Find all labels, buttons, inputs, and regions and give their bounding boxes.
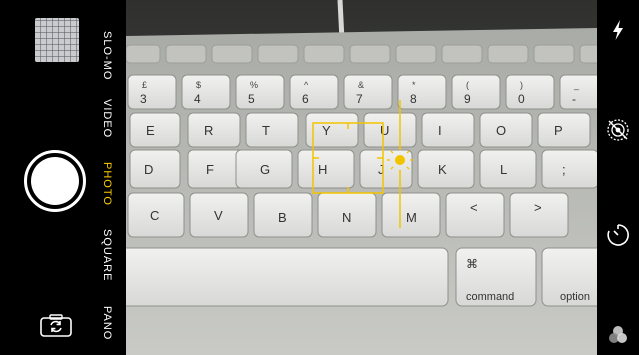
key-label: G bbox=[260, 162, 270, 177]
shutter-button[interactable] bbox=[24, 150, 86, 212]
key-symbol: & bbox=[358, 80, 364, 90]
mode-square[interactable]: SQUARE bbox=[97, 225, 117, 285]
mode-video-label: VIDEO bbox=[101, 99, 113, 139]
key-label: L bbox=[500, 162, 507, 177]
keyboard-scene: £ $ % ^ & * ( ) _ 3 4 5 6 7 8 9 0 - E R … bbox=[126, 0, 597, 355]
key-label: 4 bbox=[194, 92, 201, 106]
key-label: K bbox=[438, 162, 447, 177]
key-label: ; bbox=[562, 162, 566, 177]
key-label: B bbox=[278, 210, 287, 225]
switch-camera-icon bbox=[40, 314, 72, 337]
key-symbol: $ bbox=[196, 80, 201, 90]
key-label: O bbox=[496, 123, 506, 138]
key-label: E bbox=[146, 123, 155, 138]
key-label: I bbox=[438, 123, 442, 138]
live-photo-button[interactable] bbox=[605, 117, 631, 143]
timer-icon bbox=[607, 224, 629, 246]
shutter-inner bbox=[31, 157, 79, 205]
mode-video[interactable]: VIDEO bbox=[97, 95, 117, 143]
key-label: R bbox=[204, 123, 213, 138]
command-label: command bbox=[466, 291, 514, 303]
key-label: U bbox=[380, 123, 389, 138]
key-label: 7 bbox=[356, 92, 363, 106]
key-symbol: % bbox=[250, 80, 258, 90]
key-label: 6 bbox=[302, 92, 309, 106]
mode-photo[interactable]: PHOTO bbox=[97, 160, 117, 208]
mode-slo-mo[interactable]: SLO-MO bbox=[97, 28, 117, 84]
flash-icon bbox=[613, 20, 623, 40]
mode-slo-mo-label: SLO-MO bbox=[101, 31, 113, 81]
key-label: H bbox=[318, 162, 327, 177]
camera-left-bar: SLO-MO VIDEO PHOTO SQUARE PANO bbox=[0, 0, 126, 355]
key-symbol: ) bbox=[520, 80, 523, 90]
key-label: > bbox=[534, 200, 542, 215]
camera-viewfinder[interactable]: £ $ % ^ & * ( ) _ 3 4 5 6 7 8 9 0 - E R … bbox=[126, 0, 597, 355]
key-label: M bbox=[406, 210, 417, 225]
key-label: F bbox=[206, 162, 214, 177]
mode-photo-label: PHOTO bbox=[101, 162, 113, 206]
key-label: 3 bbox=[140, 92, 147, 106]
key-label: Y bbox=[322, 123, 331, 138]
command-symbol: ⌘ bbox=[466, 257, 478, 271]
key-label: 9 bbox=[464, 92, 471, 106]
mode-square-label: SQUARE bbox=[101, 228, 113, 282]
camera-right-bar bbox=[597, 0, 639, 355]
last-photo-thumbnail[interactable] bbox=[35, 18, 79, 62]
flash-button[interactable] bbox=[605, 17, 631, 43]
key-label: C bbox=[150, 208, 159, 223]
mode-pano[interactable]: PANO bbox=[97, 303, 117, 343]
key-symbol: * bbox=[412, 80, 416, 90]
switch-camera-button[interactable] bbox=[39, 313, 73, 338]
key-label: 8 bbox=[410, 92, 417, 106]
filters-icon bbox=[609, 326, 627, 343]
key-symbol: £ bbox=[142, 80, 147, 90]
option-label: option bbox=[560, 291, 590, 303]
key-label: T bbox=[262, 123, 270, 138]
key-label: P bbox=[554, 123, 563, 138]
key-label: N bbox=[342, 210, 351, 225]
key-symbol: _ bbox=[573, 80, 580, 90]
key-label: D bbox=[144, 162, 153, 177]
mode-pano-label: PANO bbox=[101, 305, 113, 341]
key-label: V bbox=[214, 208, 223, 223]
key-label: < bbox=[470, 200, 478, 215]
key-label: - bbox=[572, 92, 576, 106]
key-label: 5 bbox=[248, 92, 255, 106]
timer-button[interactable] bbox=[605, 222, 631, 248]
live-photo-off-icon bbox=[607, 119, 629, 141]
key-symbol: ( bbox=[466, 80, 469, 90]
key-label: 0 bbox=[518, 92, 525, 106]
filters-button[interactable] bbox=[605, 322, 631, 348]
